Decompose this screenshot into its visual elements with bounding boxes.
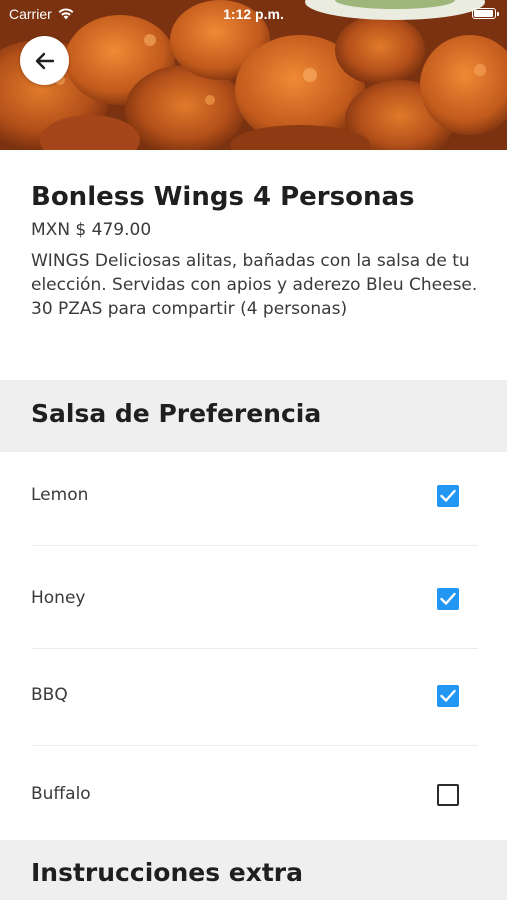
option-label: Buffalo: [31, 784, 91, 804]
checkbox-checked-icon[interactable]: [437, 588, 459, 610]
product-description: WINGS Deliciosas alitas, bañadas con la …: [31, 251, 478, 319]
product-info: Bonless Wings 4 Personas MXN $ 479.00 WI…: [31, 180, 481, 321]
status-bar: Carrier 1:12 p.m.: [0, 0, 507, 28]
product-price: MXN $ 479.00: [31, 220, 152, 240]
sauce-section-title: Salsa de Preferencia: [31, 399, 322, 428]
option-label: Honey: [31, 588, 86, 608]
battery-icon: [472, 8, 499, 19]
checkbox-checked-icon[interactable]: [437, 485, 459, 507]
sauce-option-lemon[interactable]: Lemon: [31, 452, 478, 546]
checkbox-checked-icon[interactable]: [437, 685, 459, 707]
option-label: Lemon: [31, 485, 89, 505]
extra-instructions-title: Instrucciones extra: [31, 858, 304, 887]
product-title: Bonless Wings 4 Personas: [31, 182, 415, 212]
sauce-option-buffalo[interactable]: Buffalo: [31, 746, 478, 840]
extra-instructions-header: Instrucciones extra: [0, 840, 507, 900]
sauce-option-bbq[interactable]: BBQ: [31, 649, 478, 746]
status-time: 1:12 p.m.: [223, 6, 284, 22]
arrow-left-icon: [35, 52, 54, 69]
sauce-option-honey[interactable]: Honey: [31, 546, 478, 649]
option-label: BBQ: [31, 685, 68, 705]
checkbox-unchecked-icon[interactable]: [437, 784, 459, 806]
sauce-section-header: Salsa de Preferencia: [0, 380, 507, 452]
back-button[interactable]: [20, 36, 69, 85]
